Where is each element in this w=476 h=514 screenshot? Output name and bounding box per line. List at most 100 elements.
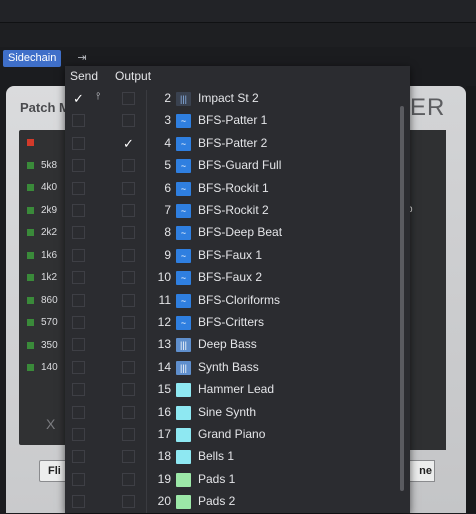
send-checkbox[interactable] <box>72 405 85 419</box>
track-number: 16 <box>157 404 171 419</box>
device-right-button[interactable]: ne <box>410 460 435 482</box>
track-row[interactable]: 3 ~ BFS-Patter 1 <box>65 110 400 132</box>
track-row[interactable]: 17 Grand Piano <box>65 424 400 446</box>
meter-led <box>27 341 34 349</box>
pattern-icon: ~ <box>176 136 191 151</box>
output-checkbox[interactable] <box>122 159 135 173</box>
color-swatch-icon <box>176 495 191 510</box>
track-row[interactable]: 13 ||| Deep Bass <box>65 334 400 356</box>
track-row[interactable]: ✓ 4 ~ BFS-Patter 2 <box>65 133 400 155</box>
track-number: 10 <box>157 270 171 285</box>
color-swatch-icon <box>176 450 191 465</box>
output-checkbox[interactable] <box>122 204 135 217</box>
track-name: BFS-Patter 2 <box>198 135 268 150</box>
meter-led <box>27 274 34 281</box>
routing-arrow-icon[interactable]: ⇥ <box>72 51 92 66</box>
output-checkbox[interactable] <box>122 293 135 307</box>
track-row[interactable]: 16 Sine Synth <box>65 402 400 424</box>
track-row[interactable]: 5 ~ BFS-Guard Full <box>65 155 400 177</box>
send-checkbox[interactable] <box>72 248 85 262</box>
send-checkbox[interactable] <box>72 114 85 128</box>
meter-label: 860 <box>41 294 58 306</box>
track-name: BFS-Faux 1 <box>198 247 263 262</box>
track-row[interactable]: 7 ~ BFS-Rockit 2 <box>65 200 400 222</box>
track-row[interactable]: 19 Pads 1 <box>65 469 400 491</box>
meter-led <box>27 139 34 146</box>
track-row[interactable]: 14 ||| Synth Bass <box>65 357 400 379</box>
output-checkbox[interactable] <box>122 114 135 128</box>
x-button[interactable]: X <box>46 416 55 432</box>
track-number: 3 <box>164 113 171 128</box>
send-checkbox[interactable] <box>72 181 85 195</box>
track-row[interactable]: 6 ~ BFS-Rockit 1 <box>65 178 400 200</box>
track-row[interactable]: 15 Hammer Lead <box>65 379 400 401</box>
output-checkbox[interactable] <box>122 383 135 397</box>
output-checkbox[interactable] <box>122 450 135 464</box>
track-row[interactable]: ✓ ⫯ 2 ||| Impact St 2 <box>65 88 400 110</box>
device-right-title: ER <box>410 94 446 121</box>
output-checkbox[interactable] <box>122 472 135 486</box>
track-number: 15 <box>157 382 171 397</box>
send-checkbox[interactable] <box>72 159 85 173</box>
output-checkbox[interactable] <box>122 495 135 509</box>
send-checkbox[interactable] <box>72 226 85 240</box>
track-row[interactable]: 20 Pads 2 <box>65 491 400 513</box>
track-row[interactable]: 11 ~ BFS-Cloriforms <box>65 290 400 312</box>
device-right-display <box>410 130 446 450</box>
output-checkbox[interactable] <box>122 271 135 285</box>
track-name: BFS-Rockit 2 <box>198 203 269 217</box>
send-checkbox[interactable] <box>72 495 85 509</box>
track-row[interactable]: 12 ~ BFS-Critters <box>65 312 400 334</box>
output-checkbox[interactable]: ✓ <box>122 136 135 150</box>
track-row[interactable]: 10 ~ BFS-Faux 2 <box>65 267 400 289</box>
track-name: BFS-Patter 1 <box>198 113 268 128</box>
send-checkbox[interactable] <box>72 293 85 307</box>
pattern-icon: ~ <box>176 293 191 308</box>
output-checkbox[interactable] <box>122 316 135 329</box>
send-checkbox[interactable] <box>72 204 85 217</box>
output-checkbox[interactable] <box>122 226 135 240</box>
track-name: Pads 2 <box>198 494 236 509</box>
track-row[interactable]: 18 Bells 1 <box>65 446 400 468</box>
send-checkbox[interactable] <box>72 136 85 150</box>
pattern-icon: ~ <box>176 271 191 286</box>
keyboard-icon: ||| <box>176 338 191 353</box>
meter-label: 570 <box>41 317 58 328</box>
sidechain-tab[interactable]: Sidechain <box>3 50 62 67</box>
output-column-header: Output <box>115 69 152 83</box>
keyboard-icon: ||| <box>176 360 191 375</box>
output-checkbox[interactable] <box>122 360 135 374</box>
meter-led <box>27 296 34 304</box>
send-checkbox[interactable] <box>72 271 85 285</box>
popup-scrollbar[interactable] <box>400 106 404 491</box>
send-checkbox[interactable]: ✓ <box>72 92 85 105</box>
color-swatch-icon <box>176 428 191 442</box>
output-checkbox[interactable] <box>122 248 135 262</box>
send-checkbox[interactable] <box>72 316 85 329</box>
meter-label: 2k9 <box>41 204 58 216</box>
output-checkbox[interactable] <box>122 181 135 195</box>
meter-led <box>27 184 34 191</box>
send-checkbox[interactable] <box>72 383 85 397</box>
top-strip <box>0 22 476 47</box>
output-checkbox[interactable] <box>122 92 135 105</box>
track-name: Deep Bass <box>198 337 257 352</box>
send-checkbox[interactable] <box>72 338 85 352</box>
device-right-edge <box>466 86 476 513</box>
track-row[interactable]: 8 ~ BFS-Deep Beat <box>65 222 400 244</box>
send-checkbox[interactable] <box>72 428 85 441</box>
output-checkbox[interactable] <box>122 405 135 419</box>
send-checkbox[interactable] <box>72 450 85 464</box>
meter-label: 350 <box>41 339 58 351</box>
meter-led <box>27 206 34 214</box>
meter-label: 4k0 <box>41 182 58 193</box>
send-checkbox[interactable] <box>72 472 85 486</box>
output-checkbox[interactable] <box>122 428 135 441</box>
send-checkbox[interactable] <box>72 360 85 374</box>
color-swatch-icon <box>176 383 191 398</box>
track-name: BFS-Rockit 1 <box>198 180 269 195</box>
output-checkbox[interactable] <box>122 338 135 352</box>
meter-led <box>27 161 34 169</box>
track-number: 6 <box>164 180 171 195</box>
track-row[interactable]: 9 ~ BFS-Faux 1 <box>65 245 400 267</box>
